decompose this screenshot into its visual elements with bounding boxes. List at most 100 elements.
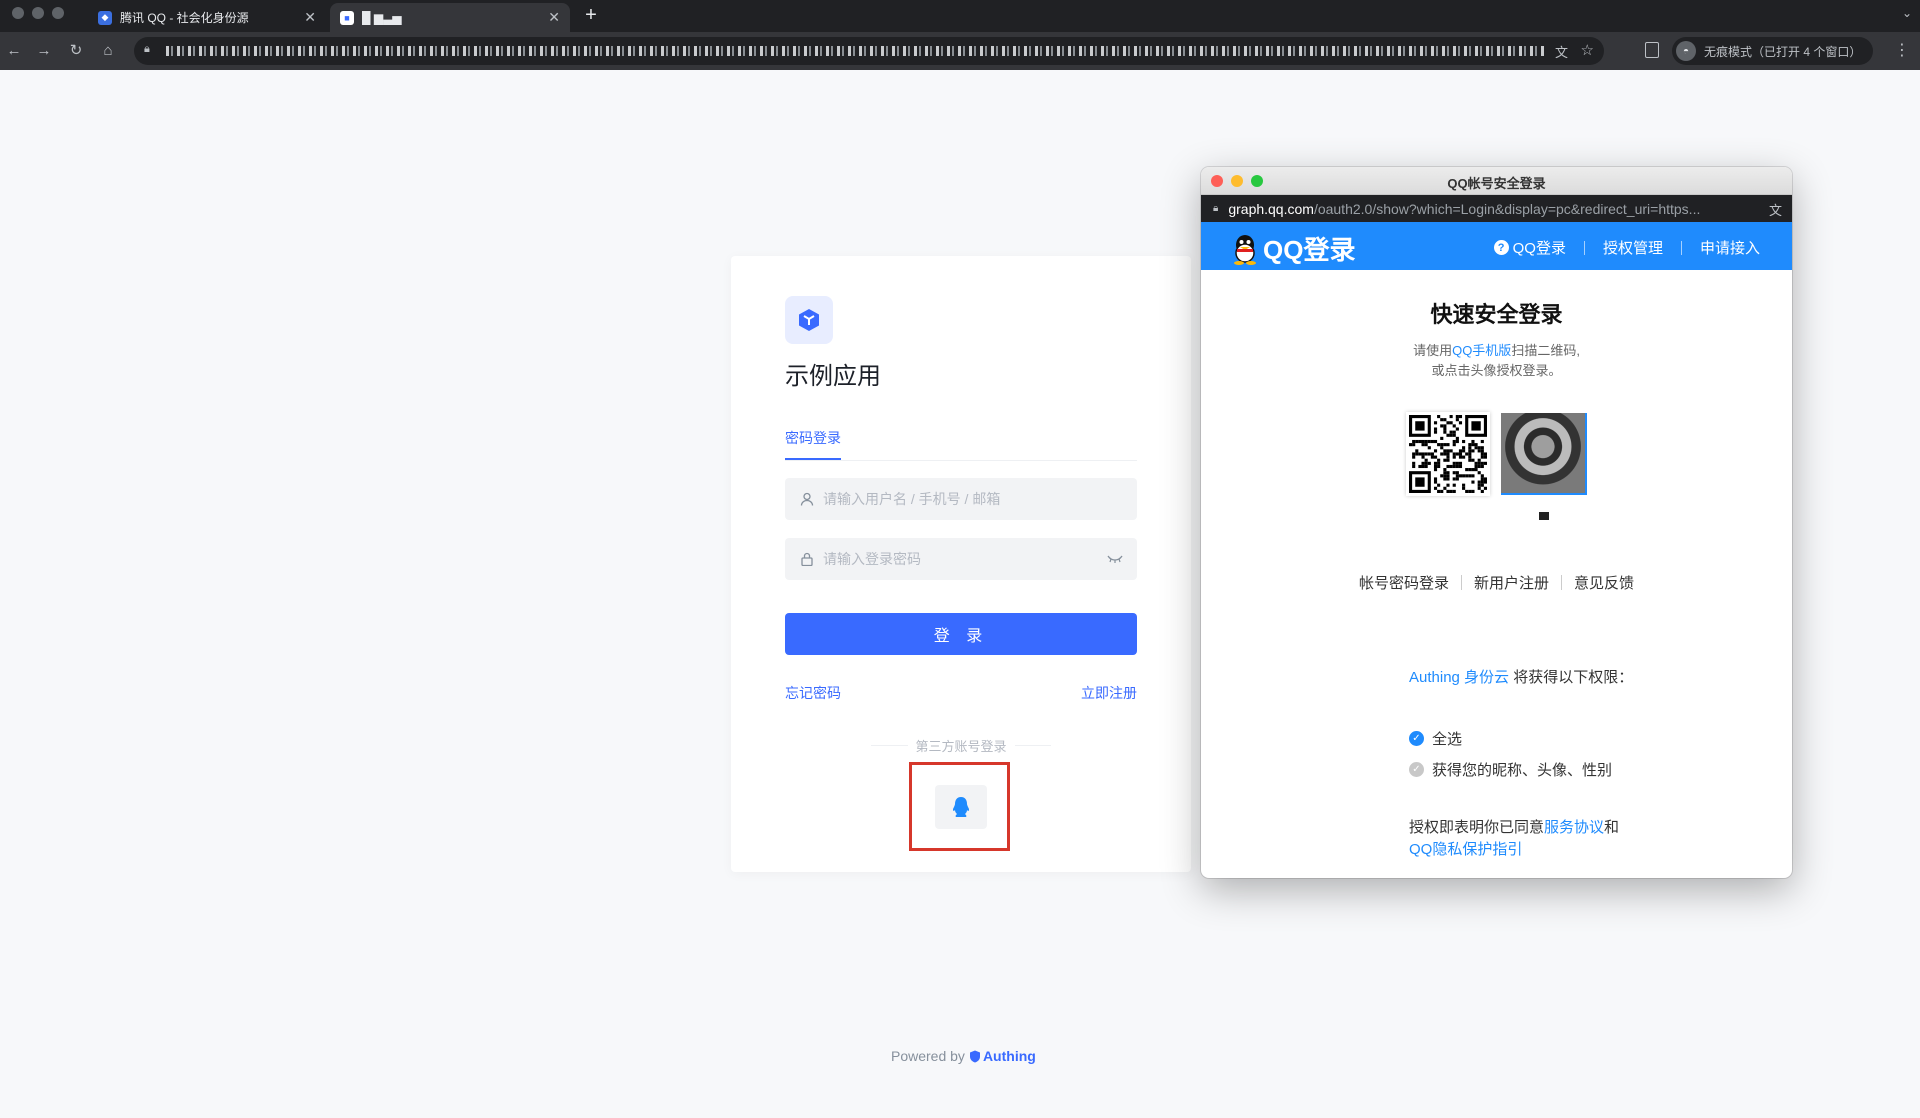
qr-code xyxy=(1406,412,1490,496)
tip-line2: 或点击头像授权登录。 xyxy=(1431,363,1562,378)
tab-password-login[interactable]: 密码登录 xyxy=(785,428,841,448)
user-avatar[interactable] xyxy=(1501,413,1587,495)
password-field-wrap xyxy=(785,538,1137,580)
cube-icon xyxy=(799,309,819,331)
service-agreement-link[interactable]: 服务协议 xyxy=(1544,819,1604,836)
user-icon xyxy=(799,491,815,507)
window-zoom-dot[interactable] xyxy=(52,7,64,19)
username-field-wrap xyxy=(785,478,1137,520)
lock-icon xyxy=(799,551,815,567)
permission-app-name[interactable]: Authing 身份云 xyxy=(1409,669,1509,686)
qr-code-image xyxy=(1409,415,1487,493)
permission-label: 全选 xyxy=(1432,731,1463,748)
tab-title: 腾讯 QQ - 社会化身份源 xyxy=(120,11,249,25)
tab-active-underline xyxy=(785,458,841,460)
powered-by: Powered by Authing xyxy=(891,1048,1036,1064)
window-close-dot[interactable] xyxy=(12,7,24,19)
address-bar[interactable]: 🔒︎ 文 ☆ xyxy=(134,37,1604,65)
shield-icon: ◆ xyxy=(98,10,112,25)
reload-icon[interactable]: ↻ xyxy=(66,41,86,61)
app-favicon-icon: ■ xyxy=(340,10,354,25)
browser-tab-qq-source[interactable]: ◆ 腾讯 QQ - 社会化身份源 ✕ xyxy=(88,3,326,32)
link-separator xyxy=(1460,575,1462,590)
eye-closed-icon[interactable] xyxy=(1107,552,1123,567)
blurred-url xyxy=(166,46,1544,56)
qq-login-highlight-box xyxy=(909,762,1010,851)
incognito-label: 无痕模式（已打开 4 个窗口） xyxy=(1704,44,1862,59)
feedback-link[interactable]: 意见反馈 xyxy=(1574,572,1634,593)
nav-separator xyxy=(1583,240,1585,255)
tab-search-icon[interactable]: ⌄ xyxy=(1902,6,1912,20)
username-input[interactable] xyxy=(823,491,1123,507)
help-icon: ? xyxy=(1493,240,1509,255)
qq-scan-tip: 请使用QQ手机版扫描二维码, 或点击头像授权登录。 xyxy=(1201,341,1792,381)
password-input[interactable] xyxy=(823,551,1107,567)
side-panel-icon[interactable] xyxy=(1645,42,1659,58)
qq-mobile-link[interactable]: QQ手机版 xyxy=(1452,343,1511,358)
qq-penguin-icon xyxy=(1234,234,1256,265)
forgot-password-link[interactable]: 忘记密码 xyxy=(785,683,841,703)
tab-close-icon[interactable]: ✕ xyxy=(548,9,560,26)
translate-icon[interactable]: 文 xyxy=(1555,42,1568,61)
tip-suffix: 扫描二维码, xyxy=(1511,343,1580,358)
qq-nav-login[interactable]: QQ登录 xyxy=(1513,237,1566,258)
qq-logo-text: QQ登录 xyxy=(1263,235,1356,265)
popup-url-host: graph.qq.com xyxy=(1228,200,1314,217)
powered-by-label: Powered by xyxy=(891,1048,965,1064)
popup-address-bar[interactable]: 🔒︎ graph.qq.com /oauth2.0/show?which=Log… xyxy=(1201,195,1792,222)
back-icon[interactable]: ← xyxy=(4,41,24,61)
authing-brand[interactable]: Authing xyxy=(969,1048,1036,1064)
new-user-register-link[interactable]: 新用户注册 xyxy=(1474,572,1549,593)
tab-title: █ ▆▃▅ xyxy=(362,10,402,25)
qq-nav-apply[interactable]: 申请接入 xyxy=(1700,237,1760,258)
third-party-label: 第三方账号登录 xyxy=(915,739,1007,754)
login-button[interactable]: 登 录 xyxy=(785,613,1137,655)
browser-menu-icon[interactable]: ⋮ xyxy=(1894,40,1910,60)
new-tab-button[interactable]: + xyxy=(580,4,602,26)
popup-url-path: /oauth2.0/show?which=Login&display=pc&re… xyxy=(1313,200,1701,217)
incognito-icon: ◓ xyxy=(1676,41,1696,61)
qq-login-popup-window: QQ帐号安全登录 🔒︎ graph.qq.com /oauth2.0/show?… xyxy=(1201,167,1792,878)
nav-separator xyxy=(1680,240,1682,255)
permission-text: 将获得以下权限： xyxy=(1509,669,1634,686)
lock-icon: 🔒︎ xyxy=(1213,203,1219,214)
agree-prefix: 授权即表明你已同意 xyxy=(1409,819,1545,836)
browser-tab-login[interactable]: ■ █ ▆▃▅ ✕ xyxy=(330,3,570,32)
privacy-guide-link[interactable]: QQ隐私保护指引 xyxy=(1409,841,1522,858)
tab-divider xyxy=(785,460,1137,461)
password-login-link[interactable]: 帐号密码登录 xyxy=(1359,572,1449,593)
permission-label: 获得您的昵称、头像、性别 xyxy=(1432,762,1613,779)
tip-prefix: 请使用 xyxy=(1413,343,1453,358)
link-separator xyxy=(1561,575,1562,590)
qq-penguin-icon xyxy=(953,797,969,817)
tab-close-icon[interactable]: ✕ xyxy=(304,9,316,26)
qq-login-button[interactable] xyxy=(935,785,987,829)
window-minimize-dot[interactable] xyxy=(32,7,44,19)
checked-circle-icon: ✓ xyxy=(1409,731,1424,746)
bookmark-star-icon[interactable]: ☆ xyxy=(1581,41,1594,59)
permission-heading: Authing 身份云 将获得以下权限： xyxy=(1409,667,1649,689)
divider-line xyxy=(1014,745,1052,746)
authing-shield-icon xyxy=(969,1050,980,1062)
qq-logo: QQ登录 xyxy=(1231,230,1355,267)
app-name: 示例应用 xyxy=(785,363,881,390)
incognito-indicator[interactable]: ◓ 无痕模式（已打开 4 个窗口） xyxy=(1672,37,1874,65)
qq-quick-login-title: 快速安全登录 xyxy=(1430,302,1563,327)
browser-toolbar: ← → ↻ ⌂ 🔒︎ 文 ☆ ◓ 无痕模式（已打开 4 个窗口） ⋮ xyxy=(0,32,1920,70)
qq-nav-auth-manage[interactable]: 授权管理 xyxy=(1603,237,1663,258)
register-link[interactable]: 立即注册 xyxy=(1081,683,1137,703)
permission-select-all[interactable]: ✓ 全选 xyxy=(1409,728,1462,749)
agreement-text: 授权即表明你已同意服务协议和 QQ隐私保护指引 xyxy=(1409,817,1669,861)
translate-icon[interactable]: 文 xyxy=(1769,200,1782,219)
popup-titlebar: QQ帐号安全登录 xyxy=(1201,167,1792,195)
browser-tabbar: ◆ 腾讯 QQ - 社会化身份源 ✕ ■ █ ▆▃▅ ✕ + ⌄ xyxy=(0,0,1920,32)
permission-profile[interactable]: ✓ 获得您的昵称、头像、性别 xyxy=(1409,759,1612,780)
popup-window-title: QQ帐号安全登录 xyxy=(1447,176,1546,191)
authing-brand-label: Authing xyxy=(982,1048,1036,1064)
agree-and: 和 xyxy=(1604,819,1620,836)
forward-icon[interactable]: → xyxy=(34,41,54,61)
lock-icon: 🔒︎ xyxy=(144,43,150,55)
qq-alt-links: 帐号密码登录 新用户注册 意见反馈 xyxy=(1201,572,1792,593)
home-icon[interactable]: ⌂ xyxy=(98,41,118,61)
divider-line xyxy=(871,745,908,746)
